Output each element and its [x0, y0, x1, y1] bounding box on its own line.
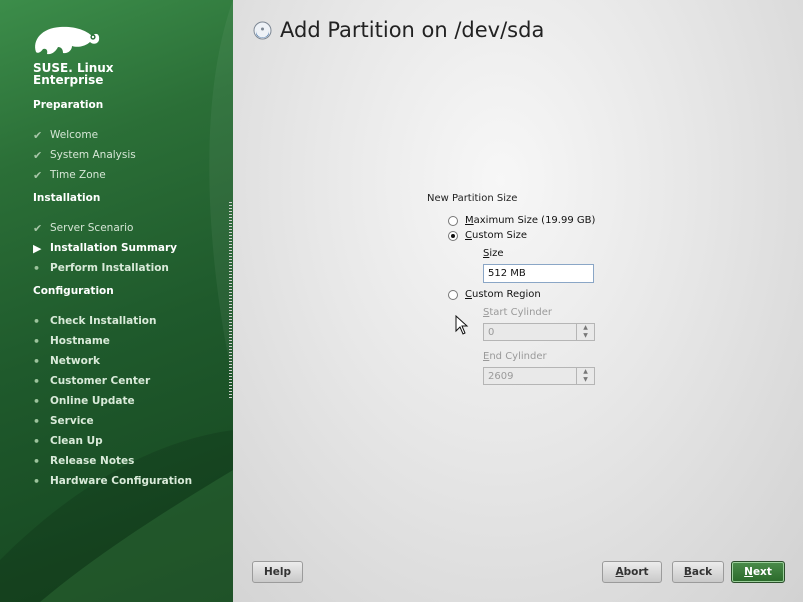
start-cylinder-value: 0	[488, 327, 495, 338]
current-arrow-icon: ▶	[33, 241, 42, 255]
step-label: Installation Summary	[50, 242, 178, 254]
start-cylinder-spinbox[interactable]: 0 ▲ ▼	[483, 323, 595, 341]
end-cylinder-spinbox[interactable]: 2609 ▲ ▼	[483, 367, 595, 385]
brand-text: SUSE. Linux Enterprise	[33, 62, 114, 86]
step-label: Network	[50, 355, 101, 367]
radio-button-selected[interactable]	[448, 230, 458, 241]
sidebar-resize-handle[interactable]	[229, 202, 232, 400]
step-welcome: ✔ Welcome	[33, 127, 98, 143]
bullet-icon: •	[33, 434, 41, 448]
check-icon: ✔	[33, 128, 43, 142]
bullet-icon: •	[33, 454, 41, 468]
step-label: Hostname	[50, 335, 110, 347]
step-time-zone: ✔ Time Zone	[33, 167, 106, 183]
step-label: Clean Up	[50, 435, 103, 447]
spin-buttons: ▲ ▼	[576, 368, 594, 384]
size-label: Size	[483, 248, 504, 259]
page-title: Add Partition on /dev/sda	[280, 18, 545, 42]
step-server-scenario: ✔ Server Scenario	[33, 220, 133, 236]
sidebar: SUSE. Linux Enterprise Preparation ✔ Welc…	[0, 0, 233, 602]
main-panel: Add Partition on /dev/sda New Partition …	[233, 0, 803, 602]
suse-chameleon-logo	[35, 26, 100, 55]
step-label: Check Installation	[50, 315, 157, 327]
step-hostname: • Hostname	[33, 333, 110, 349]
installer-window: SUSE. Linux Enterprise Preparation ✔ Welc…	[0, 0, 803, 602]
new-partition-size-label: New Partition Size	[427, 193, 518, 204]
section-preparation: Preparation	[33, 99, 104, 111]
mouse-pointer-icon	[455, 315, 469, 335]
custom-region-label: Custom Region	[465, 289, 541, 300]
step-online-update: • Online Update	[33, 393, 135, 409]
custom-size-label: Custom Size	[465, 230, 528, 241]
help-button[interactable]: Help	[252, 561, 303, 583]
step-customer-center: • Customer Center	[33, 373, 150, 389]
step-check-installation: • Check Installation	[33, 313, 157, 329]
spin-up-icon[interactable]: ▲	[577, 368, 594, 376]
step-label: Service	[50, 415, 94, 427]
step-label: Release Notes	[50, 455, 135, 467]
next-button[interactable]: Next	[731, 561, 785, 583]
custom-region-radio[interactable]: Custom Region	[448, 289, 541, 300]
abort-button[interactable]: Abort	[602, 561, 662, 583]
step-perform-installation: • Perform Installation	[33, 260, 169, 276]
step-label: Online Update	[50, 395, 135, 407]
bullet-icon: •	[33, 261, 41, 275]
section-installation: Installation	[33, 192, 101, 204]
step-label: System Analysis	[50, 149, 136, 161]
step-service: • Service	[33, 413, 94, 429]
spin-down-icon[interactable]: ▼	[577, 332, 594, 340]
spin-up-icon[interactable]: ▲	[577, 324, 594, 332]
step-label: Time Zone	[50, 169, 106, 181]
section-configuration: Configuration	[33, 285, 114, 297]
bullet-icon: •	[33, 334, 41, 348]
bullet-icon: •	[33, 314, 41, 328]
maximum-size-label: Maximum Size (19.99 GB)	[465, 215, 596, 226]
start-cylinder-label: Start Cylinder	[483, 307, 553, 318]
step-label: Hardware Configuration	[50, 475, 193, 487]
bullet-icon: •	[33, 374, 41, 388]
check-icon: ✔	[33, 221, 43, 235]
step-clean-up: • Clean Up	[33, 433, 103, 449]
radio-button[interactable]	[448, 215, 458, 226]
step-network: • Network	[33, 353, 100, 369]
step-label: Welcome	[50, 129, 99, 141]
bullet-icon: •	[33, 474, 41, 488]
back-button[interactable]: Back	[672, 561, 724, 583]
step-release-notes: • Release Notes	[33, 453, 134, 469]
spin-buttons: ▲ ▼	[576, 324, 594, 340]
step-system-analysis: ✔ System Analysis	[33, 147, 136, 163]
bullet-icon: •	[33, 354, 41, 368]
check-icon: ✔	[33, 148, 43, 162]
bullet-icon: •	[33, 414, 41, 428]
radio-button[interactable]	[448, 289, 458, 300]
step-label: Customer Center	[50, 375, 151, 387]
step-label: Perform Installation	[50, 262, 169, 274]
size-input[interactable]: 512 MB	[483, 264, 594, 283]
step-installation-summary: ▶ Installation Summary	[33, 240, 177, 256]
disk-partition-icon	[253, 21, 272, 40]
sidebar-decoration	[0, 0, 233, 602]
step-hardware-configuration: • Hardware Configuration	[33, 473, 192, 489]
custom-size-radio[interactable]: Custom Size	[448, 230, 527, 241]
check-icon: ✔	[33, 168, 43, 182]
maximum-size-radio[interactable]: Maximum Size (19.99 GB)	[448, 215, 595, 226]
bullet-icon: •	[33, 394, 41, 408]
end-cylinder-label: End Cylinder	[483, 351, 547, 362]
spin-down-icon[interactable]: ▼	[577, 376, 594, 384]
end-cylinder-value: 2609	[488, 371, 514, 382]
step-label: Server Scenario	[50, 222, 134, 234]
brand-line-2: Enterprise	[33, 73, 104, 87]
